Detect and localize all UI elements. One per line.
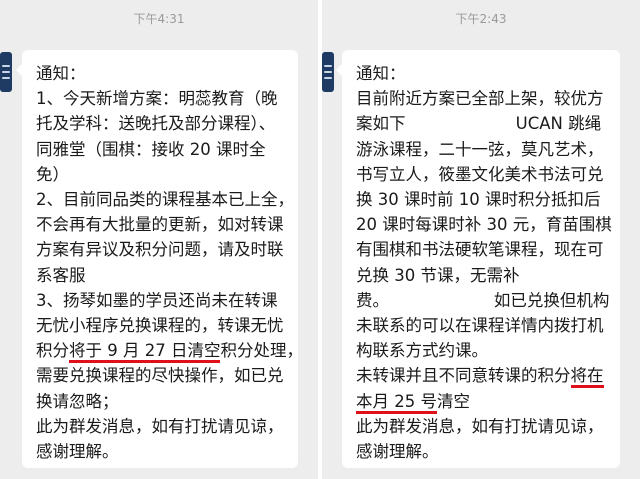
group-avatar-icon[interactable]: [0, 52, 12, 92]
red-underline-highlight: 将在: [570, 366, 604, 389]
message-line-highlighted: 积分将于 9 月 27 日清空积分处理，: [36, 338, 303, 364]
message-line: 案如下 UCAN 跳绳: [356, 114, 602, 134]
text-segment: 未转课并且不同意转课的积分: [356, 366, 571, 386]
timestamp: 下午2:43: [455, 12, 507, 26]
message-line: 游泳课程，二十一弦，莫凡艺术，: [356, 139, 604, 159]
message-line: 此为群发消息，如有打扰请见谅，: [356, 416, 604, 436]
message-line: 3、扬琴如墨的学员还尚未在转课: [36, 290, 278, 310]
message-line: 书写立人，筱墨文化美术书法可兑: [356, 164, 604, 184]
red-underline-highlight: 本月 25 号: [356, 391, 437, 414]
text-segment: 积分: [36, 341, 69, 361]
message-line: 换请忽略；: [36, 391, 119, 411]
message-line: 需要兑换课程的尽快操作，如已兑: [36, 366, 284, 386]
message-line: 此为群发消息，如有打扰请见谅，: [36, 416, 284, 436]
chat-panel-right: 下午2:43 通知： 目前附近方案已全部上架，较优方 案如下 UCAN 跳绳 游…: [322, 0, 640, 479]
text-segment: 清空: [437, 391, 470, 411]
message-line: 1、今天新增方案：明蕊教育（晚: [36, 89, 278, 109]
message-line: 构联系方式约课。: [356, 341, 488, 361]
message-line: 费。 如已兑换但机构: [356, 290, 610, 310]
message-line-highlighted: 未转课并且不同意转课的积分将在: [356, 363, 608, 389]
message-line: 同雅堂（围棋：接收 20 课时全: [36, 139, 266, 159]
message-line: 换 30 课时前 10 课时积分抵扣后: [356, 190, 601, 210]
message-line: 未联系的可以在课程详情内拨打机: [356, 316, 604, 336]
message-line-highlighted: 本月 25 号清空: [356, 389, 608, 414]
message-line: 目前附近方案已全部上架，较优方: [356, 89, 604, 109]
message-line: 免）: [36, 164, 69, 184]
message-line: 不会再有大批量的更新，如对转课: [36, 215, 284, 235]
message-line: 兑换 30 节课，无需补: [356, 265, 520, 285]
text-segment: 积分处理，: [220, 341, 303, 361]
message-line: 有围棋和书法硬软笔课程，现在可: [356, 240, 604, 260]
message-line: 20 课时每课时补 30 元，育苗围棋: [356, 215, 612, 235]
message-bubble[interactable]: 通知： 1、今天新增方案：明蕊教育（晚 托及学科：送晚托及部分课程）、 同雅堂（…: [16, 50, 303, 468]
message-line: 系客服: [36, 265, 86, 285]
message-line: 通知：: [36, 64, 86, 83]
message-line: 托及学科：送晚托及部分课程）、: [36, 114, 276, 134]
message-line: 方案有异议及积分问题，请及时联: [36, 240, 284, 260]
screenshot-collage: 下午4:31 通知： 1、今天新增方案：明蕊教育（晚 托及学科：送晚托及部分课程…: [0, 0, 640, 479]
message-line: 通知：: [356, 64, 406, 83]
timestamp: 下午4:31: [133, 12, 185, 26]
group-avatar-icon[interactable]: [322, 52, 334, 92]
message-line: 2、目前同品类的课程基本已上全，: [36, 190, 294, 210]
red-underline-highlight: 将于 9 月 27 日清空: [69, 341, 221, 364]
message-bubble[interactable]: 通知： 目前附近方案已全部上架，较优方 案如下 UCAN 跳绳 游泳课程，二十一…: [336, 50, 620, 468]
chat-panel-left: 下午4:31 通知： 1、今天新增方案：明蕊教育（晚 托及学科：送晚托及部分课程…: [0, 0, 318, 479]
message-line: 无忧小程序兑换课程的，转课无忧: [36, 316, 284, 336]
message-line: 感谢理解。: [356, 442, 439, 462]
message-line: 感谢理解。: [36, 442, 119, 462]
